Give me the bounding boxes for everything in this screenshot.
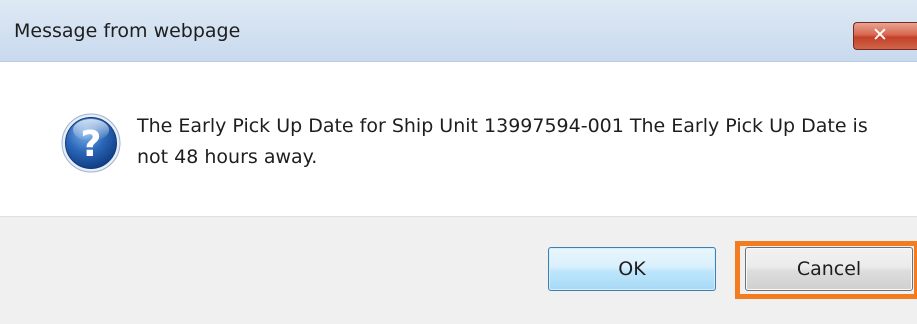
dialog-message: The Early Pick Up Date for Ship Unit 139… <box>137 115 868 168</box>
dialog-title: Message from webpage <box>14 20 241 42</box>
close-button[interactable]: ✕ <box>853 22 917 50</box>
svg-text:?: ? <box>81 124 102 165</box>
close-icon: ✕ <box>872 24 888 46</box>
message-dialog: Message from webpage ✕ ? The Early Pick … <box>0 0 917 324</box>
dialog-footer: OK Cancel <box>0 216 917 324</box>
dialog-content: ? The Early Pick Up Date for Ship Unit 1… <box>0 62 917 216</box>
ok-button[interactable]: OK <box>548 247 716 291</box>
cancel-button[interactable]: Cancel <box>745 247 913 291</box>
question-icon: ? <box>61 113 121 173</box>
title-bar[interactable]: Message from webpage ✕ <box>0 0 917 62</box>
